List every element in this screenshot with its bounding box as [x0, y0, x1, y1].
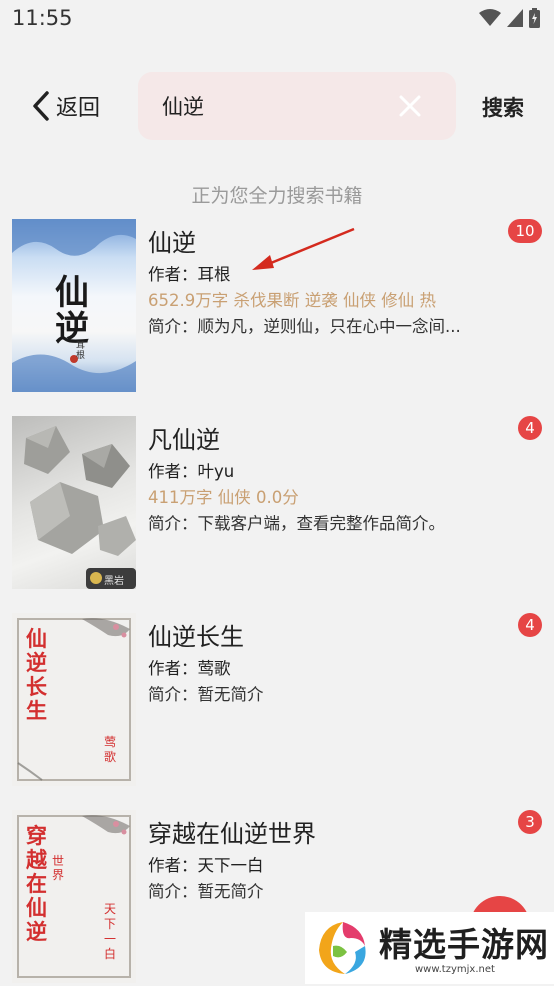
book-title: 仙逆长生	[148, 623, 244, 651]
book-intro: 简介：顺为凡，逆则仙，只在心中一念间...	[148, 317, 461, 336]
watermark-logo-icon	[319, 922, 366, 974]
count-badge: 10	[508, 219, 542, 243]
book-intro: 简介：下载客户端，查看完整作品简介。	[148, 514, 445, 533]
cover-author: 耳根	[76, 341, 86, 361]
book-title: 仙逆	[148, 229, 196, 257]
cover-subtitle: 世界	[52, 854, 65, 882]
search-box[interactable]	[138, 72, 456, 140]
cover-brand: 黑岩	[104, 576, 124, 587]
book-meta: 652.9万字 杀伐果断 逆袭 仙侠 修仙 热	[148, 291, 436, 310]
status-icons	[479, 8, 540, 28]
count-badge: 3	[518, 810, 542, 834]
list-item[interactable]: 黑岩 凡仙逆 作者：叶yu 411万字 仙侠 0.0分 简介：下载客户端，查看完…	[0, 416, 554, 592]
book-cover: 黑岩	[12, 416, 136, 589]
watermark: 精选手游网 www.tzymjx.net	[305, 912, 554, 984]
chevron-left-icon	[33, 91, 49, 121]
book-meta: 411万字 仙侠 0.0分	[148, 488, 299, 507]
cover-title: 仙逆	[55, 273, 89, 349]
cover-title: 穿越在仙逆	[26, 824, 47, 944]
book-cover: 仙逆 耳根	[12, 219, 136, 392]
status-time: 11:55	[12, 6, 73, 30]
book-cover: 穿越在仙逆 世界 天下一白	[12, 810, 136, 983]
watermark-url: www.tzymjx.net	[415, 964, 495, 975]
count-badge: 4	[518, 416, 542, 440]
wifi-icon	[479, 9, 501, 26]
red-arrow-annotation	[252, 227, 355, 270]
watermark-text: 精选手游网	[379, 925, 549, 964]
cover-title: 仙逆长生	[26, 627, 47, 723]
back-label: 返回	[56, 96, 101, 121]
cover-author: 天下一白	[104, 902, 117, 961]
book-author: 作者：天下一白	[148, 856, 264, 875]
book-author: 作者：叶yu	[148, 462, 235, 481]
book-intro: 简介：暂无简介	[148, 685, 264, 704]
search-button[interactable]: 搜索	[482, 92, 524, 122]
list-item[interactable]: 仙逆长生 莺歌 仙逆长生 作者：莺歌 简介：暂无简介 4	[0, 613, 554, 789]
cover-author: 莺歌	[104, 735, 117, 764]
back-button[interactable]: 返回	[32, 86, 100, 126]
battery-icon	[529, 8, 540, 28]
status-bar: 11:55	[0, 0, 554, 38]
book-title: 凡仙逆	[148, 426, 220, 454]
book-intro: 简介：暂无简介	[148, 882, 264, 901]
list-item[interactable]: 仙逆 耳根 仙逆 作者：耳根 652.9万字 杀伐果断 逆袭 仙侠 修仙 热 简…	[0, 219, 554, 395]
book-cover: 仙逆长生 莺歌	[12, 613, 136, 786]
search-status-text: 正为您全力搜索书籍	[191, 185, 363, 207]
book-title: 穿越在仙逆世界	[148, 820, 316, 848]
book-author: 作者：耳根	[148, 265, 231, 284]
book-author: 作者：莺歌	[148, 659, 231, 678]
search-input[interactable]	[162, 90, 382, 122]
count-badge: 4	[518, 613, 542, 637]
clear-icon[interactable]	[396, 92, 424, 120]
signal-icon	[507, 9, 523, 27]
